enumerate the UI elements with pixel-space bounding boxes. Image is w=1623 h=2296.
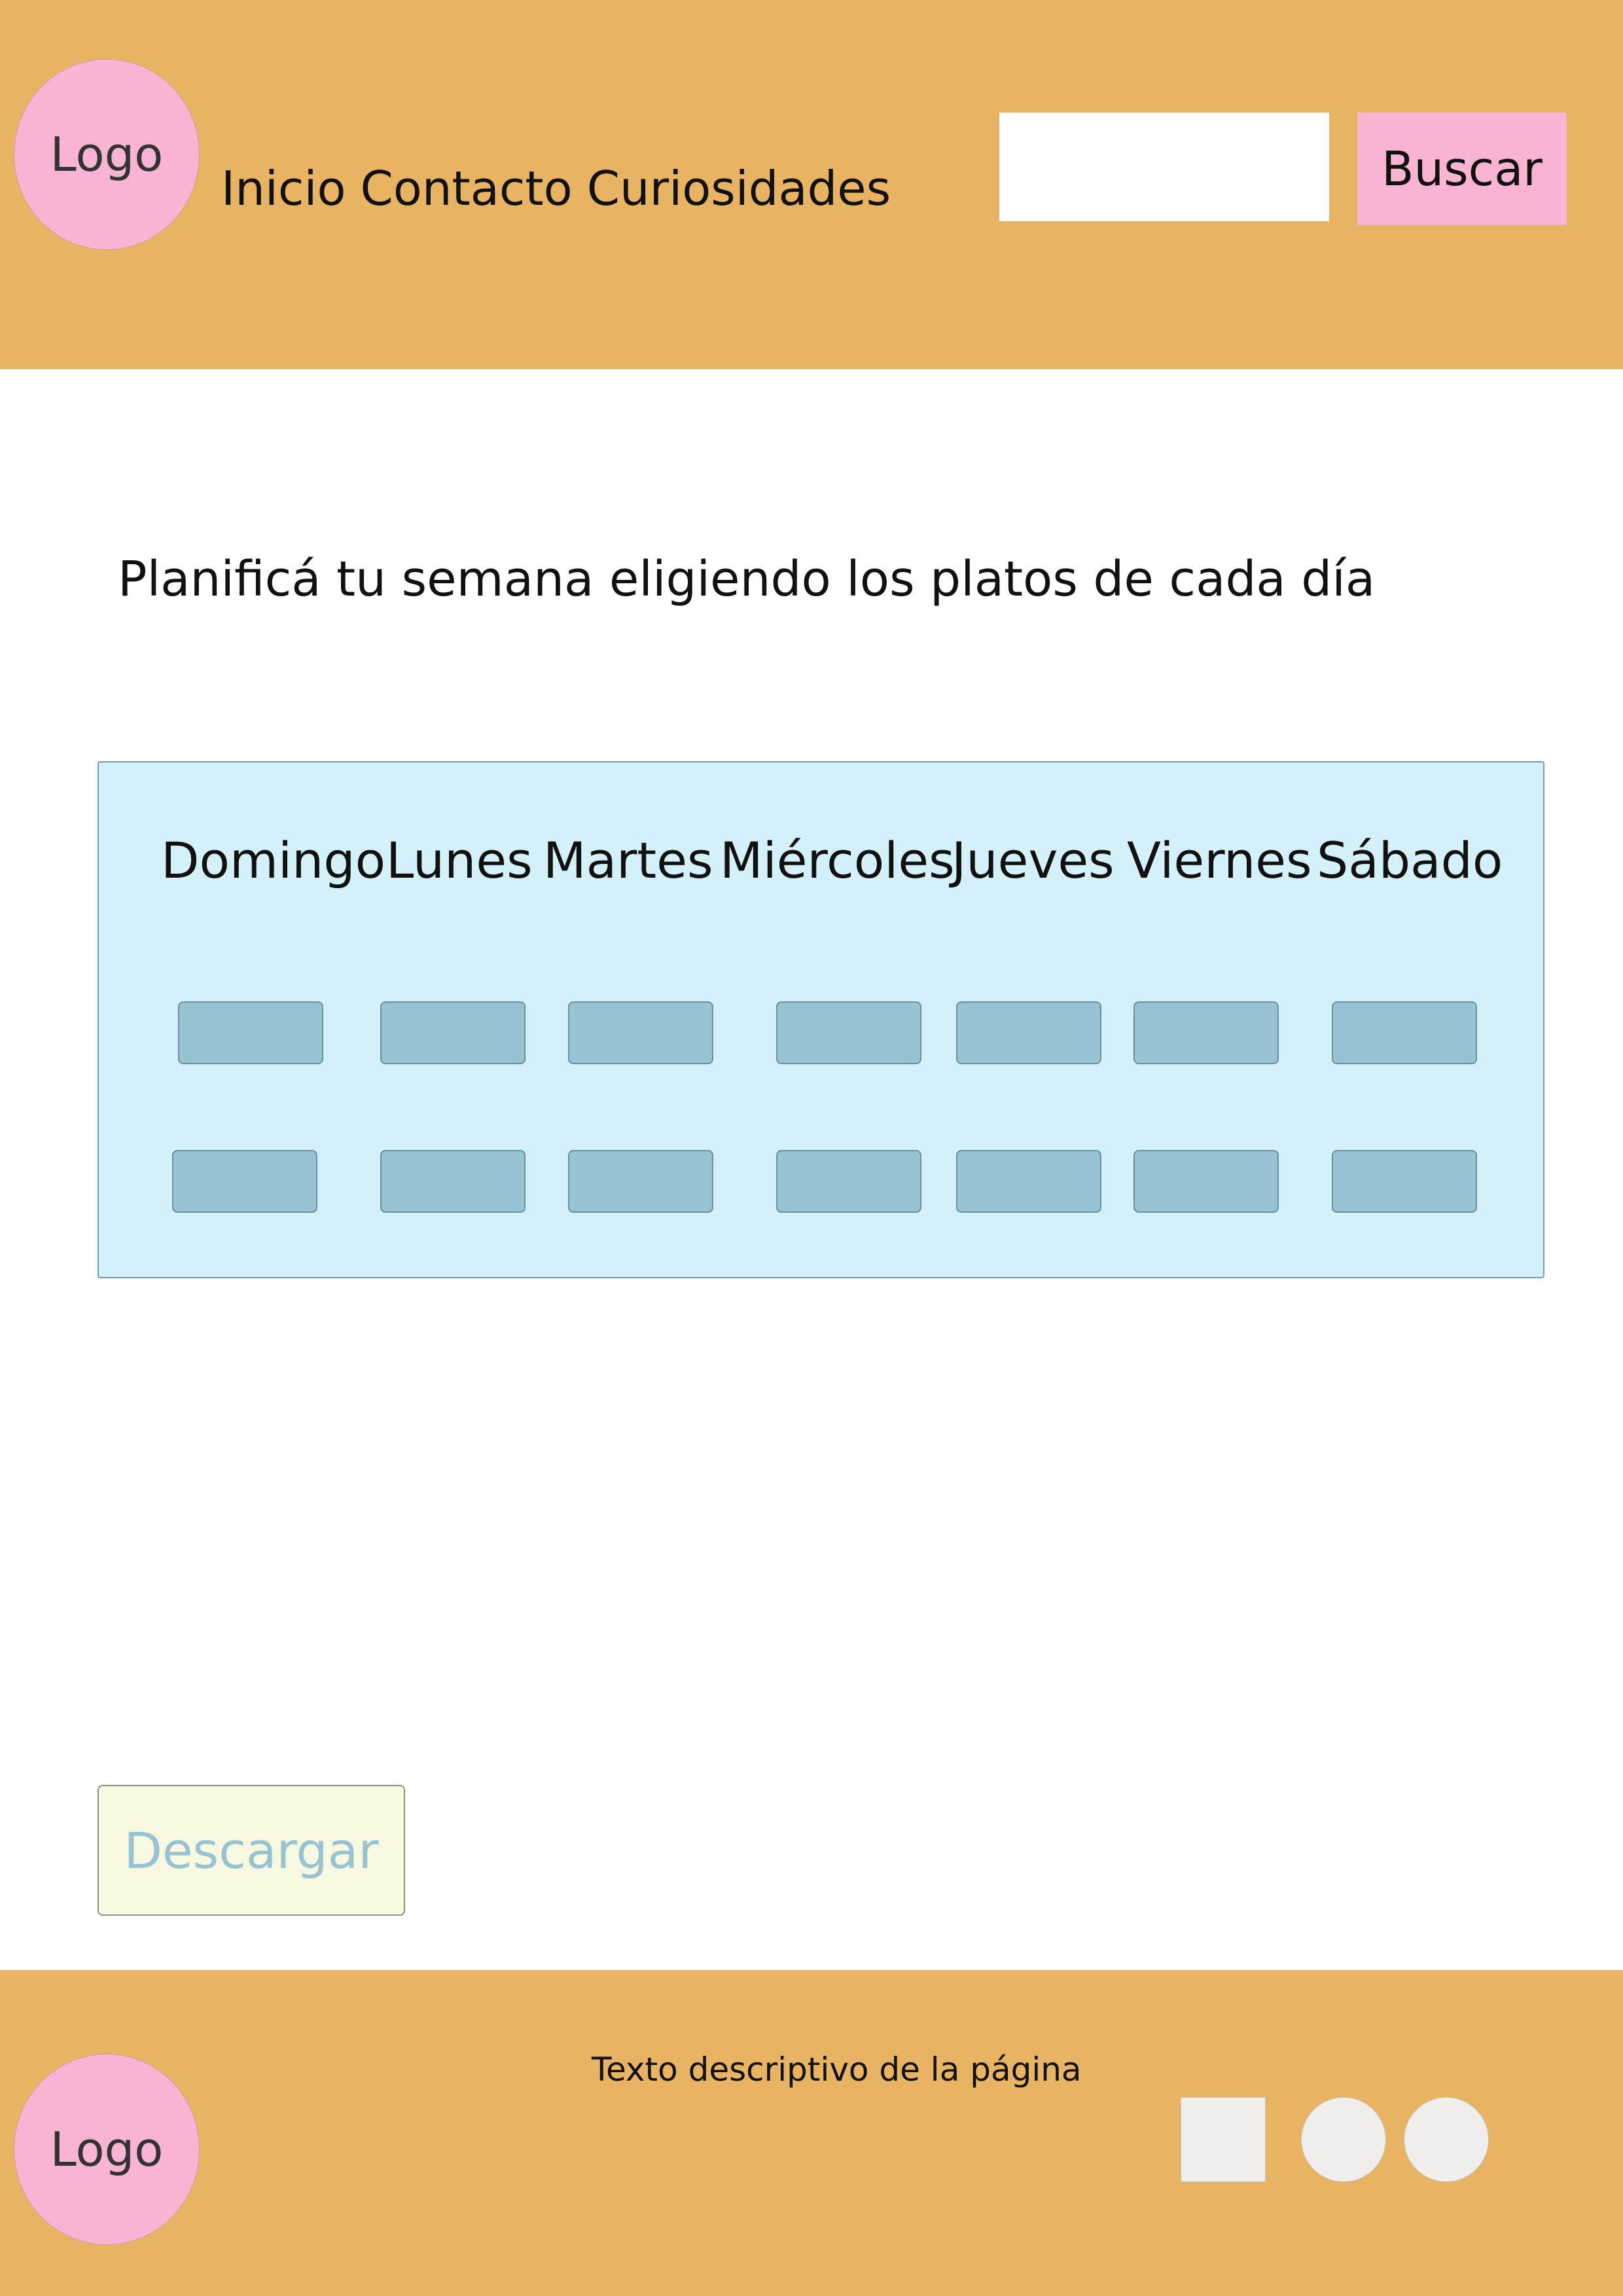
nav-item-contacto[interactable]: Contacto	[361, 156, 573, 221]
header-logo[interactable]: Logo	[14, 59, 200, 250]
day-label-domingo: Domingo	[161, 831, 386, 889]
footer-description: Texto descriptivo de la página	[592, 2051, 1082, 2089]
meal-slot-lunes-2[interactable]	[380, 1150, 526, 1213]
download-button[interactable]: Descargar	[98, 1785, 405, 1916]
meal-slot-viernes-1[interactable]	[1133, 1001, 1279, 1064]
page-heading: Planificá tu semana eligiendo los platos…	[118, 551, 1376, 607]
meal-slot-domingo-1[interactable]	[178, 1001, 323, 1064]
main-nav: Inicio Contacto Curiosidades	[221, 156, 891, 221]
search-button[interactable]: Buscar	[1357, 113, 1567, 225]
meal-slot-domingo-2[interactable]	[172, 1150, 317, 1213]
nav-item-curiosidades[interactable]: Curiosidades	[587, 156, 891, 221]
footer-logo[interactable]: Logo	[14, 2054, 200, 2245]
social-circle-icon[interactable]	[1404, 2097, 1489, 2182]
meal-slot-lunes-1[interactable]	[380, 1001, 526, 1064]
site-header: Logo Inicio Contacto Curiosidades Buscar	[0, 0, 1623, 369]
meal-slot-martes-1[interactable]	[568, 1001, 713, 1064]
meal-slot-jueves-2[interactable]	[956, 1150, 1101, 1213]
meal-slot-viernes-2[interactable]	[1133, 1150, 1279, 1213]
meal-slot-jueves-1[interactable]	[956, 1001, 1101, 1064]
day-label-viernes: Viernes	[1127, 831, 1312, 889]
search-input[interactable]	[999, 113, 1329, 221]
meal-slot-miercoles-2[interactable]	[776, 1150, 921, 1213]
social-circle-icon[interactable]	[1301, 2097, 1386, 2182]
meal-slot-martes-2[interactable]	[568, 1150, 713, 1213]
social-square-icon[interactable]	[1181, 2097, 1266, 2182]
day-label-miercoles: Miércoles	[720, 831, 955, 889]
day-label-martes: Martes	[543, 831, 713, 889]
meal-slot-sabado-1[interactable]	[1332, 1001, 1477, 1064]
day-label-lunes: Lunes	[386, 831, 533, 889]
day-label-jueves: Jueves	[952, 831, 1115, 889]
nav-item-inicio[interactable]: Inicio	[221, 156, 346, 221]
day-label-sabado: Sábado	[1317, 831, 1503, 889]
meal-slot-sabado-2[interactable]	[1332, 1150, 1477, 1213]
meal-slot-miercoles-1[interactable]	[776, 1001, 921, 1064]
